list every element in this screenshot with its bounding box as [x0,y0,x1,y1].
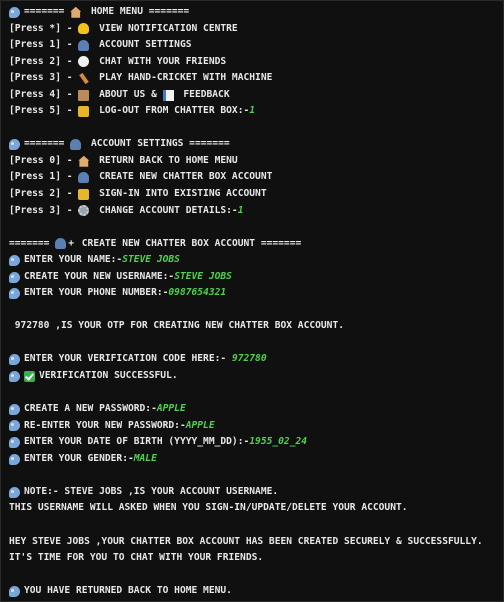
password-prompt: CREATE A NEW PASSWORD:- APPLE [9,401,499,418]
dob-prompt: ENTER YOUR DATE OF BIRTH (YYYY_MM_DD):- 1… [9,434,499,451]
book-icon [78,89,90,101]
otp-message: 972780 ,IS YOUR OTP FOR CREATING NEW CHA… [9,320,345,332]
menu-item: [Press 1] - ACCOUNT SETTINGS [9,39,192,51]
menu-item: [Press 2] - CHAT WITH YOUR FRIENDS [9,55,227,68]
user-input: 0987654321 [168,287,227,299]
user-input: 972780 [231,353,267,365]
user-input: 1955_02_24 [249,436,308,448]
prompt-icon [9,420,20,432]
menu-item: [Press 3] - CHANGE ACCOUNT DETAILS:- 1 [9,203,499,220]
verification-success: VERIFICATION SUCCESSFUL. [9,368,499,385]
menu-item: [Press 1] - CREATE NEW CHATTER BOX ACCOU… [9,171,273,184]
verification-prompt: ENTER YOUR VERIFICATION CODE HERE:- 9727… [9,351,499,368]
user-input: MALE [133,452,157,464]
menu-item: [Press 5] - LOG-OUT FROM CHATTER BOX:- 1 [9,103,499,120]
prompt-icon [9,354,20,366]
terminal-window[interactable]: ======= HOME MENU ======= [Press *] - VI… [0,0,504,602]
lock-icon [78,106,90,118]
cricket-bat-icon [79,72,90,85]
return-line: YOU HAVE RETURNED BACK TO HOME MENU. [9,583,499,600]
success-line: IT'S TIME FOR YOU TO CHAT WITH YOUR FRIE… [9,552,264,564]
account-menu-header: ======= ACCOUNT SETTINGS ======= [9,136,499,153]
prompt-icon [9,254,20,266]
user-input: 1 [249,105,256,117]
phone-prompt: ENTER YOUR PHONE NUMBER:- 0987654321 [9,285,499,302]
prompt-icon [9,288,20,300]
chat-bubble-icon [78,56,90,68]
user-input: APPLE [185,419,215,431]
success-line: HEY STEVE JOBS ,YOUR CHATTER BOX ACCOUNT… [9,535,483,547]
house-icon [70,6,82,18]
note-line: NOTE:- STEVE JOBS ,IS YOUR ACCOUNT USERN… [9,484,499,501]
check-icon [24,370,35,382]
prompt-icon [9,585,20,597]
gear-icon [78,205,90,217]
gender-prompt: ENTER YOUR GENDER:- MALE [9,451,499,468]
person-icon [55,238,67,250]
user-input: STEVE JOBS [122,254,180,266]
user-input: APPLE [156,403,186,415]
name-prompt: ENTER YOUR NAME:- STEVE JOBS [9,252,499,269]
prompt-icon [9,6,20,18]
prompt-icon [9,403,20,415]
house-icon [78,155,90,167]
bell-icon [78,23,90,35]
menu-item: [Press 4] - ABOUT US & FEEDBACK [9,88,230,101]
prompt-icon [9,436,20,448]
menu-item: [Press 3] - PLAY HAND-CRICKET WITH MACHI… [9,72,273,85]
menu-item: [Press 0] - RETURN BACK TO HOME MENU [9,154,238,167]
reenter-password-prompt: RE-ENTER YOUR NEW PASSWORD:- APPLE [9,418,499,435]
prompt-icon [9,370,20,382]
prompt-icon [9,271,20,283]
memo-icon [162,89,174,101]
username-prompt: CREATE YOUR NEW USERNAME:- STEVE JOBS [9,269,499,286]
user-input: 1 [237,204,244,216]
menu-item: [Press *] - VIEW NOTIFICATION CENTRE [9,22,238,35]
prompt-icon [9,486,20,498]
user-input: STEVE JOBS [174,270,232,282]
person-icon [70,139,82,151]
create-account-header: ======= + CREATE NEW CHATTER BOX ACCOUNT… [9,237,302,250]
lock-key-icon [78,188,90,200]
menu-item: [Press 2] - SIGN-IN INTO EXISTING ACCOUN… [9,188,267,200]
person-icon [78,172,90,184]
note-line: THIS USERNAME WILL ASKED WHEN YOU SIGN-I… [9,502,408,514]
person-icon [78,39,90,51]
prompt-icon [9,139,20,151]
prompt-icon [9,453,20,465]
home-menu-header: ======= HOME MENU ======= [9,4,499,21]
